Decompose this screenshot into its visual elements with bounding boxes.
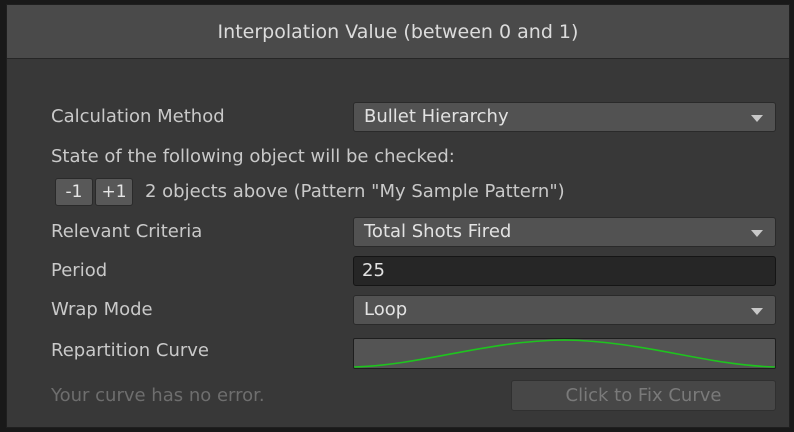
- state-info-row: State of the following object will be ch…: [7, 138, 789, 176]
- period-row: Period 25: [7, 252, 789, 290]
- panel-header: Interpolation Value (between 0 and 1): [7, 5, 789, 59]
- relevant-criteria-dropdown[interactable]: Total Shots Fired: [353, 217, 776, 247]
- repartition-curve-label: Repartition Curve: [51, 340, 209, 361]
- repartition-curve-field[interactable]: [353, 338, 776, 369]
- period-input[interactable]: 25: [353, 256, 776, 286]
- dropdown-arrow-icon: [751, 230, 763, 237]
- curve-graph: [354, 339, 775, 368]
- calculation-method-row: Calculation Method Bullet Hierarchy: [7, 98, 789, 136]
- relevant-criteria-row: Relevant Criteria Total Shots Fired: [7, 213, 789, 251]
- curve-line: [354, 339, 775, 368]
- curve-status-message: Your curve has no error.: [51, 385, 265, 406]
- relevant-criteria-value: Total Shots Fired: [364, 221, 512, 242]
- minus-one-button[interactable]: -1: [55, 178, 93, 206]
- plus-one-button[interactable]: +1: [95, 178, 133, 206]
- wrap-mode-row: Wrap Mode Loop: [7, 291, 789, 329]
- calculation-method-label: Calculation Method: [51, 106, 225, 127]
- calculation-method-dropdown[interactable]: Bullet Hierarchy: [353, 102, 776, 132]
- dropdown-arrow-icon: [751, 308, 763, 315]
- interpolation-panel: Interpolation Value (between 0 and 1) Ca…: [6, 4, 790, 428]
- calculation-method-value: Bullet Hierarchy: [364, 106, 509, 127]
- wrap-mode-label: Wrap Mode: [51, 299, 153, 320]
- repartition-curve-row: Repartition Curve: [7, 336, 789, 374]
- fix-curve-button[interactable]: Click to Fix Curve: [511, 380, 776, 411]
- hierarchy-description: 2 objects above (Pattern "My Sample Patt…: [145, 181, 565, 202]
- wrap-mode-dropdown[interactable]: Loop: [353, 295, 776, 325]
- state-info-text: State of the following object will be ch…: [51, 146, 455, 167]
- dropdown-arrow-icon: [751, 115, 763, 122]
- relevant-criteria-label: Relevant Criteria: [51, 221, 203, 242]
- wrap-mode-value: Loop: [364, 299, 408, 320]
- period-label: Period: [51, 260, 108, 281]
- hierarchy-row: -1 +1 2 objects above (Pattern "My Sampl…: [7, 173, 789, 211]
- curve-status-row: Your curve has no error. Click to Fix Cu…: [7, 377, 789, 415]
